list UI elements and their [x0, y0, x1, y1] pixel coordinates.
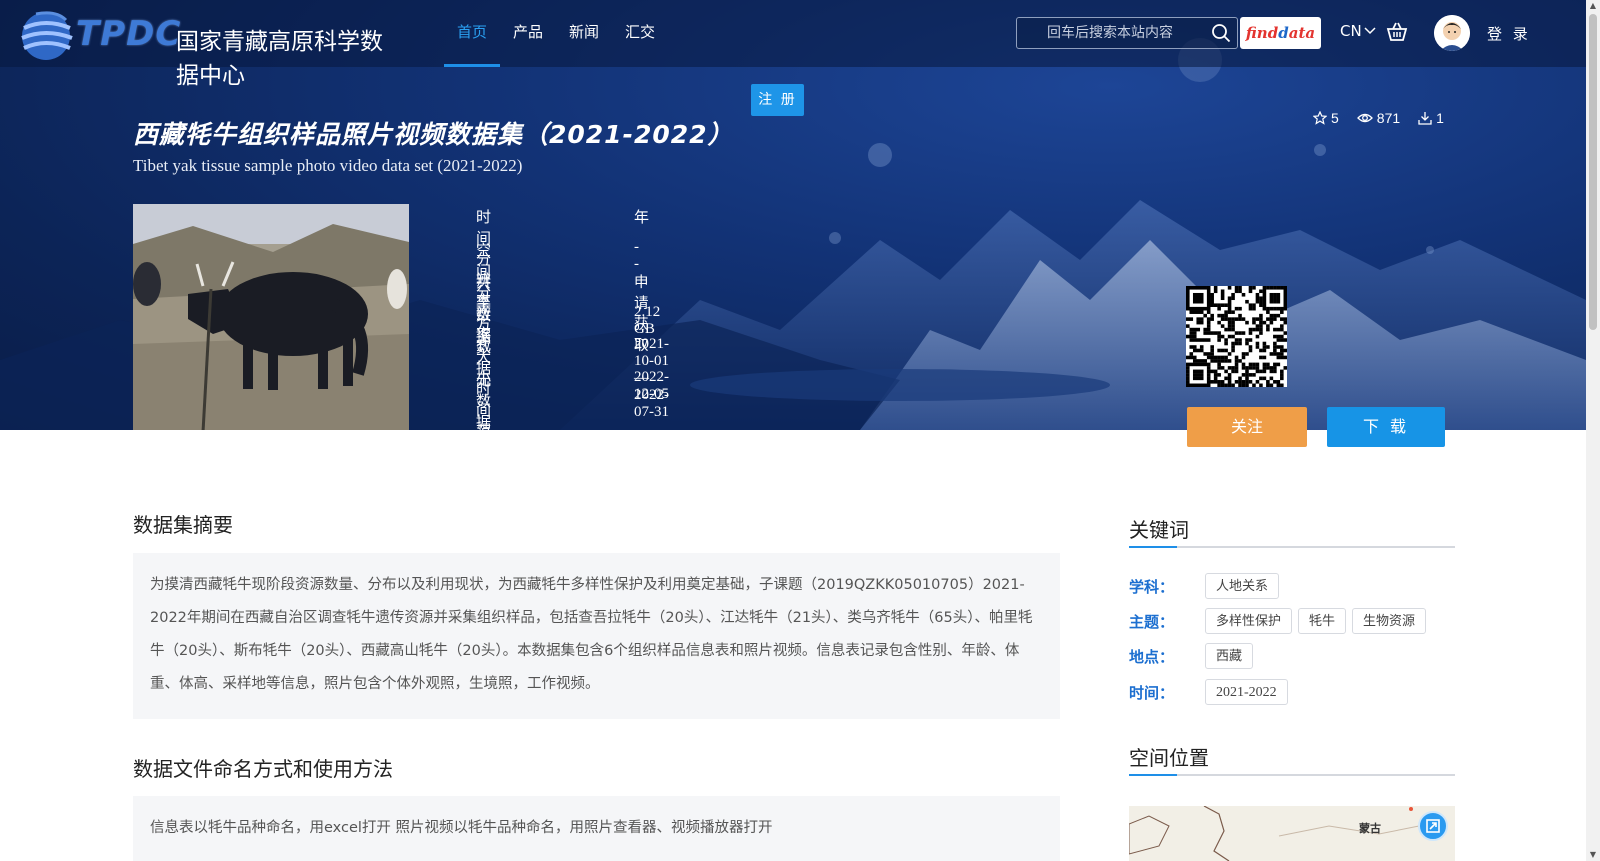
nav-products[interactable]: 产品 — [500, 0, 556, 67]
meta-value-time-resolution: 年 — [634, 210, 650, 226]
download-count-value: 1 — [1436, 110, 1444, 126]
nav-news[interactable]: 新闻 — [556, 0, 612, 67]
keywords-heading: 关键词 — [1129, 518, 1189, 542]
keyword-tags: 2021-2022 — [1205, 679, 1288, 705]
search-icon[interactable] — [1211, 23, 1231, 43]
top-navigation-bar: TPDC 国家青藏高原科学数据中心 首页 产品 新闻 汇交 finddata C… — [0, 0, 1586, 89]
scrollbar[interactable]: ▲ ▼ — [1586, 0, 1600, 861]
site-logo[interactable]: TPDC 国家青藏高原科学数据中心 — [16, 4, 396, 89]
meta-value-update-time: 2022-12-05 — [634, 368, 669, 402]
dataset-thumbnail[interactable] — [133, 204, 409, 430]
keyword-tag[interactable]: 牦牛 — [1298, 608, 1347, 634]
keyword-tag[interactable]: 西藏 — [1205, 643, 1254, 669]
download-button[interactable]: 下 载 — [1327, 407, 1445, 447]
keyword-row-place: 地点： 西藏 — [1129, 643, 1254, 669]
yak-photo — [133, 204, 409, 430]
follow-button[interactable]: 关注 — [1187, 407, 1307, 447]
search-input[interactable] — [1017, 18, 1207, 48]
eye-icon — [1356, 113, 1373, 123]
keyword-tag[interactable]: 生物资源 — [1352, 608, 1427, 634]
location-heading: 空间位置 — [1129, 746, 1209, 770]
logo-chinese-name: 国家青藏高原科学数据中心 — [176, 29, 383, 89]
keyword-row-discipline: 学科： 人地关系 — [1129, 573, 1280, 599]
keyword-tags: 人地关系 — [1205, 573, 1280, 599]
abstract-text: 为摸清西藏牦牛现阶段资源数量、分布以及利用现状，为西藏牦牛多样性保护及利用奠定基… — [133, 553, 1060, 719]
findata-label-part2: ata — [1288, 24, 1316, 42]
register-button[interactable]: 注 册 — [751, 84, 804, 116]
meta-key-update-time: 元数据更新时间 — [476, 370, 492, 431]
globe-logo-icon — [21, 11, 73, 60]
map-graphic — [1129, 806, 1455, 861]
map-country-label: 蒙古 — [1359, 822, 1381, 835]
qr-code-icon — [1186, 286, 1288, 388]
keyword-label: 时间： — [1129, 683, 1175, 702]
login-link[interactable]: 登 录 — [1487, 23, 1531, 44]
view-count: 871 — [1356, 110, 1401, 126]
expand-icon — [1426, 819, 1440, 833]
keyword-tags: 多样性保护 牦牛 生物资源 — [1205, 608, 1427, 634]
keyword-tag[interactable]: 多样性保护 — [1205, 608, 1293, 634]
keyword-label: 学科： — [1129, 577, 1175, 596]
cart-icon[interactable] — [1386, 21, 1408, 43]
keyword-label: 地点： — [1129, 647, 1175, 666]
keyword-row-time: 时间： 2021-2022 — [1129, 679, 1288, 705]
scroll-up-icon[interactable]: ▲ — [1589, 2, 1597, 10]
keywords-divider — [1129, 546, 1455, 548]
language-switch[interactable]: CN — [1340, 22, 1376, 40]
star-count[interactable]: 5 — [1313, 110, 1339, 126]
findata-label-part1: find — [1245, 24, 1279, 42]
nav-home[interactable]: 首页 — [444, 0, 501, 67]
star-icon — [1313, 111, 1327, 125]
logo-tpdc-text: TPDC — [76, 14, 182, 54]
nav-submit[interactable]: 汇交 — [612, 0, 668, 67]
keyword-tag[interactable]: 2021-2022 — [1205, 679, 1288, 705]
meta-value-data-size: 2.12 GB — [634, 303, 661, 337]
keyword-row-theme: 主题： 多样性保护 牦牛 生物资源 — [1129, 608, 1427, 634]
dataset-stats: 5 871 1 — [1313, 110, 1444, 126]
star-count-value: 5 — [1331, 110, 1339, 126]
chevron-down-icon — [1364, 27, 1376, 35]
usage-text: 信息表以牦牛品种命名，用excel打开 照片视频以牦牛品种命名，用照片查看器、视… — [133, 796, 1060, 861]
scroll-thumb[interactable] — [1589, 14, 1597, 330]
view-count-value: 871 — [1376, 110, 1401, 126]
download-icon — [1418, 112, 1432, 125]
findata-letter-d: d — [1278, 24, 1289, 42]
main-nav: 首页 产品 新闻 汇交 — [444, 0, 668, 67]
dataset-title-cn: 西藏牦牛组织样品照片视频数据集（2021-2022） — [133, 120, 734, 149]
dataset-title-en: Tibet yak tissue sample photo video data… — [133, 156, 523, 175]
meta-value-spatial-resolution: -- — [634, 238, 639, 272]
download-count: 1 — [1418, 110, 1444, 126]
map-expand-button[interactable] — [1418, 811, 1448, 841]
search-box — [1016, 17, 1238, 49]
location-map[interactable]: 蒙古 — [1129, 806, 1455, 861]
scroll-down-icon[interactable]: ▼ — [1589, 851, 1597, 859]
location-divider — [1129, 774, 1455, 776]
usage-heading: 数据文件命名方式和使用方法 — [133, 757, 393, 781]
avatar-icon — [1434, 15, 1470, 51]
page: TPDC 国家青藏高原科学数据中心 首页 产品 新闻 汇交 finddata C… — [0, 0, 1600, 861]
keyword-label: 主题： — [1129, 612, 1175, 631]
user-avatar[interactable] — [1434, 15, 1470, 51]
hero-banner: TPDC 国家青藏高原科学数据中心 首页 产品 新闻 汇交 finddata C… — [0, 0, 1586, 430]
language-label: CN — [1340, 22, 1362, 40]
keyword-tag[interactable]: 人地关系 — [1205, 573, 1280, 599]
keyword-tags: 西藏 — [1205, 643, 1254, 669]
abstract-heading: 数据集摘要 — [133, 513, 233, 537]
findata-button[interactable]: finddata — [1240, 17, 1321, 49]
qr-code — [1186, 286, 1288, 388]
